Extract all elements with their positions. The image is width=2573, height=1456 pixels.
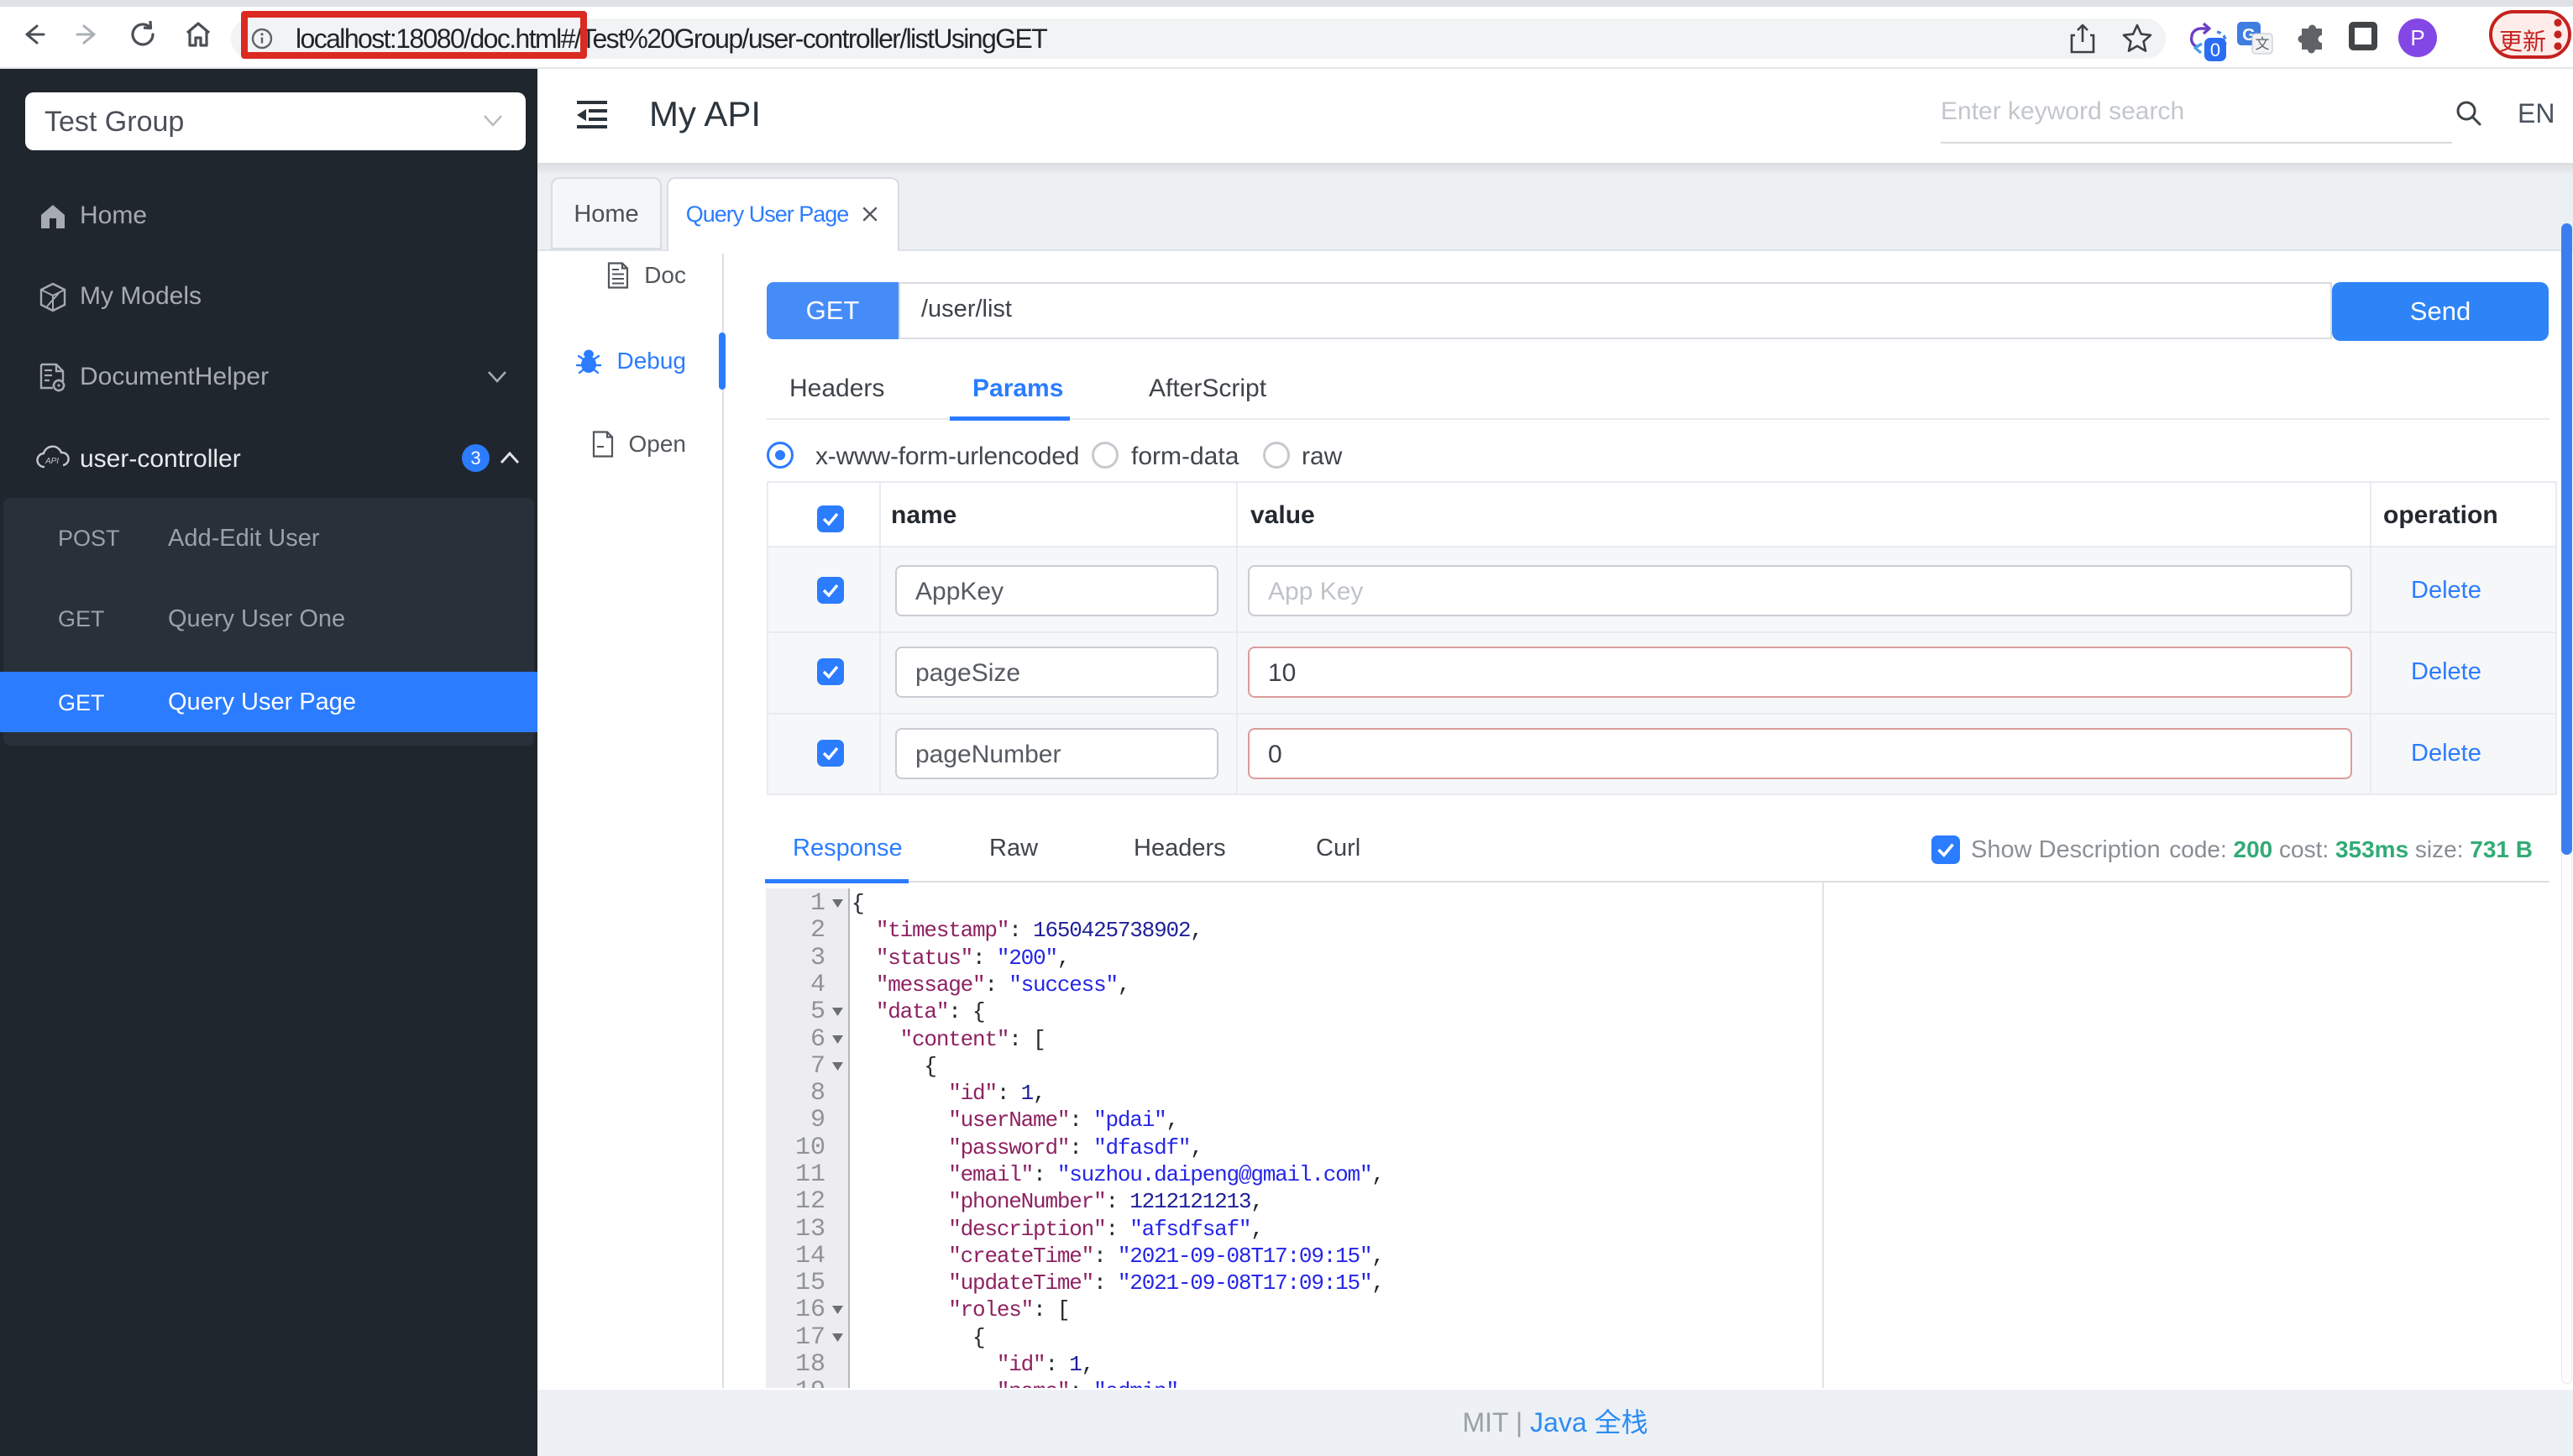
svg-text:文: 文 (2256, 36, 2270, 52)
svg-text:0: 0 (2210, 39, 2220, 60)
svg-text:API: API (45, 457, 59, 466)
